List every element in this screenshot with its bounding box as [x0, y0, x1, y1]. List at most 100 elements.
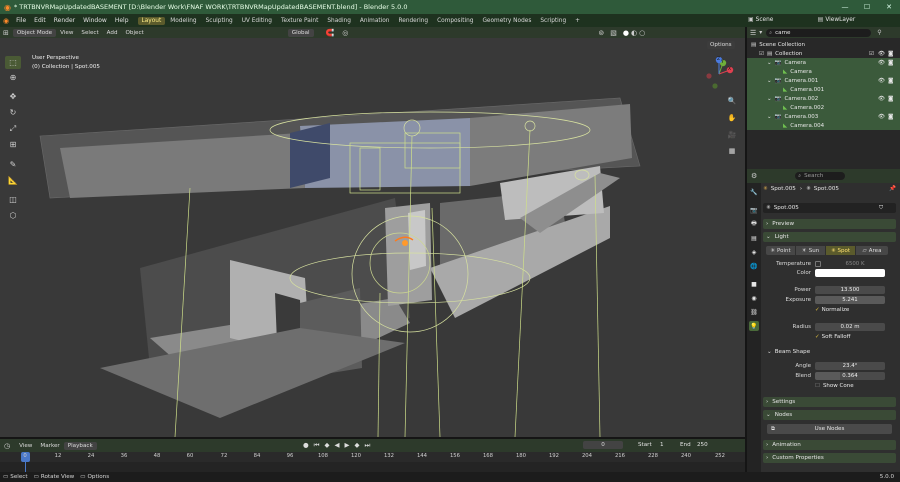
timeline-menu-marker[interactable]: Marker	[36, 443, 63, 449]
radius-field[interactable]: 0.02 m	[815, 323, 885, 331]
minimize-button[interactable]: —	[834, 0, 856, 14]
properties-search-field[interactable]: ⌕ Search	[795, 172, 846, 180]
outliner-row-camera-001-data[interactable]: ◣ Camera.001	[747, 85, 900, 94]
rotate-tool-icon[interactable]: ↻	[5, 106, 21, 119]
light-color-swatch[interactable]	[815, 269, 885, 277]
datablock-selector[interactable]: ✳ Spot.005 ⛉	[763, 203, 896, 213]
area-divider-vertical[interactable]	[745, 27, 747, 472]
outliner-filter-icon[interactable]: ⚲	[877, 29, 881, 36]
frame-ruler[interactable]: 0 12 24 36 48 60 72 84 96 108 120 132 14…	[0, 452, 745, 462]
temperature-toggle[interactable]	[815, 261, 821, 267]
menu-edit[interactable]: Edit	[30, 17, 50, 24]
panel-light[interactable]: ⌄ Light	[763, 232, 896, 242]
outliner[interactable]: ▤ Scene Collection ☑ ▤ Collection ☑ 👁 ◙ …	[747, 38, 900, 132]
properties-editor-icon[interactable]: ⚙	[751, 172, 757, 180]
select-box-tool-icon[interactable]: ⬚	[5, 56, 21, 69]
tab-layout[interactable]: Layout	[137, 16, 166, 25]
light-type-spot[interactable]: ✳ Spot	[826, 246, 855, 255]
add-object-tool-icon[interactable]: ⬡	[5, 209, 21, 222]
render-camera-icon[interactable]: ◙	[888, 78, 893, 84]
view-layer-selector[interactable]: ViewLayer	[825, 17, 855, 23]
beam-shape-subpanel[interactable]: ⌄ Beam Shape	[767, 349, 810, 355]
chevron-down-icon[interactable]: ⌄	[767, 60, 772, 66]
play-icon[interactable]: ▶	[345, 441, 350, 450]
panel-settings[interactable]: › Settings	[763, 397, 896, 407]
tab-scripting[interactable]: Scripting	[536, 17, 570, 25]
viewport-menu-select[interactable]: Select	[77, 30, 102, 36]
constraints-tab-icon[interactable]: ⛓	[749, 307, 759, 317]
viewport-options-button[interactable]: Options	[707, 41, 735, 49]
outliner-row-camera-003[interactable]: ⌄ 📷 Camera.003 👁 ◙	[747, 112, 900, 121]
eye-icon[interactable]: 👁	[878, 78, 885, 84]
eye-icon[interactable]: 👁	[878, 60, 885, 66]
eye-icon[interactable]: 👁	[878, 96, 885, 102]
render-camera-icon[interactable]: ◙	[888, 96, 893, 102]
physics-tab-icon[interactable]: ◉	[749, 293, 759, 303]
xray-icon[interactable]: ▧	[610, 29, 617, 37]
outliner-row-camera-002-data[interactable]: ◣ Camera.002	[747, 103, 900, 112]
render-camera-icon[interactable]: ◙	[888, 51, 893, 57]
panel-nodes[interactable]: ⌄ Nodes	[763, 410, 896, 420]
outliner-row-collection[interactable]: ☑ ▤ Collection ☑ 👁 ◙	[747, 49, 900, 58]
jump-keyframe-back-icon[interactable]: ◆	[325, 441, 330, 450]
transform-orientation-dropdown[interactable]: Global	[287, 28, 314, 37]
tab-shading[interactable]: Shading	[323, 17, 355, 25]
mode-dropdown[interactable]: Object Mode	[12, 28, 57, 37]
maximize-button[interactable]: ☐	[856, 0, 878, 14]
scene-tab-icon[interactable]: ◈	[749, 247, 759, 257]
transform-tool-icon[interactable]: ⊞	[5, 138, 21, 151]
world-tab-icon[interactable]: 🌐	[749, 261, 759, 271]
jump-start-icon[interactable]: ⏮	[314, 441, 320, 450]
tool-tab-icon[interactable]: 🔧	[749, 187, 759, 197]
shading-material-icon[interactable]: ◐	[631, 29, 637, 37]
jump-keyframe-forward-icon[interactable]: ◆	[355, 441, 360, 450]
outliner-row-camera-002[interactable]: ⌄ 📷 Camera.002 👁 ◙	[747, 94, 900, 103]
light-type-point[interactable]: ✳ Point	[766, 246, 795, 255]
panel-custom-properties[interactable]: › Custom Properties	[763, 453, 896, 463]
zoom-view-icon[interactable]: 🔍	[724, 94, 740, 108]
outliner-empty-area[interactable]	[747, 132, 900, 169]
tab-modeling[interactable]: Modeling	[166, 17, 200, 25]
add-workspace-button[interactable]: +	[571, 17, 584, 25]
pan-view-icon[interactable]: ✋	[724, 111, 740, 125]
timeline-menu-playback[interactable]: Playback	[63, 441, 97, 450]
outliner-editor-icon[interactable]: ☰	[750, 29, 756, 37]
shading-rendered-icon[interactable]: ○	[639, 29, 645, 37]
light-type-sun[interactable]: ☀ Sun	[796, 246, 825, 255]
menu-file[interactable]: File	[12, 17, 30, 24]
tab-animation[interactable]: Animation	[356, 17, 394, 25]
eye-icon[interactable]: 👁	[878, 51, 885, 57]
editor-type-icon[interactable]: ⊞	[3, 29, 9, 37]
chevron-down-icon[interactable]: ⌄	[767, 78, 772, 84]
blender-menu-icon[interactable]: ◉	[0, 17, 12, 25]
measure-tool-icon[interactable]: 📐	[5, 174, 21, 187]
overlay-icon[interactable]: ⊚	[598, 29, 604, 37]
chevron-down-icon[interactable]: ⌄	[767, 96, 772, 102]
area-divider-horizontal[interactable]	[0, 437, 745, 439]
viewport-menu-object[interactable]: Object	[122, 30, 148, 36]
power-field[interactable]: 13.500	[815, 286, 885, 294]
play-reverse-icon[interactable]: ◀	[335, 441, 340, 450]
chevron-down-icon[interactable]: ⌄	[767, 114, 772, 120]
soft-falloff-checkbox[interactable]: ✓ Soft Falloff	[815, 334, 850, 340]
proportional-edit-icon[interactable]: ◎	[342, 29, 348, 37]
render-tab-icon[interactable]: 📷	[749, 205, 759, 215]
show-cone-checkbox[interactable]: ☐ Show Cone	[815, 383, 854, 389]
timeline-editor-icon[interactable]: ◷	[4, 442, 10, 450]
close-button[interactable]: ✕	[878, 0, 900, 14]
3d-viewport[interactable]: User Perspective (0) Collection | Spot.0…	[0, 38, 745, 437]
jump-end-icon[interactable]: ⏭	[365, 441, 371, 450]
tab-sculpting[interactable]: Sculpting	[202, 17, 237, 25]
render-camera-icon[interactable]: ◙	[888, 60, 893, 66]
panel-preview[interactable]: › Preview	[763, 219, 896, 229]
checkbox-icon[interactable]: ☑	[869, 51, 874, 57]
exposure-field[interactable]: 5.241	[815, 296, 885, 304]
outliner-row-camera-data[interactable]: ◣ Camera	[747, 67, 900, 76]
spot-blend-field[interactable]: 0.364	[815, 372, 885, 380]
output-tab-icon[interactable]: 🖶	[749, 219, 759, 229]
add-cube-tool-icon[interactable]: ◫	[5, 193, 21, 206]
annotate-tool-icon[interactable]: ✎	[5, 158, 21, 171]
tab-uv-editing[interactable]: UV Editing	[238, 17, 276, 25]
start-frame-field[interactable]: 1	[660, 442, 664, 448]
fake-user-icon[interactable]: ⛉	[879, 205, 883, 212]
